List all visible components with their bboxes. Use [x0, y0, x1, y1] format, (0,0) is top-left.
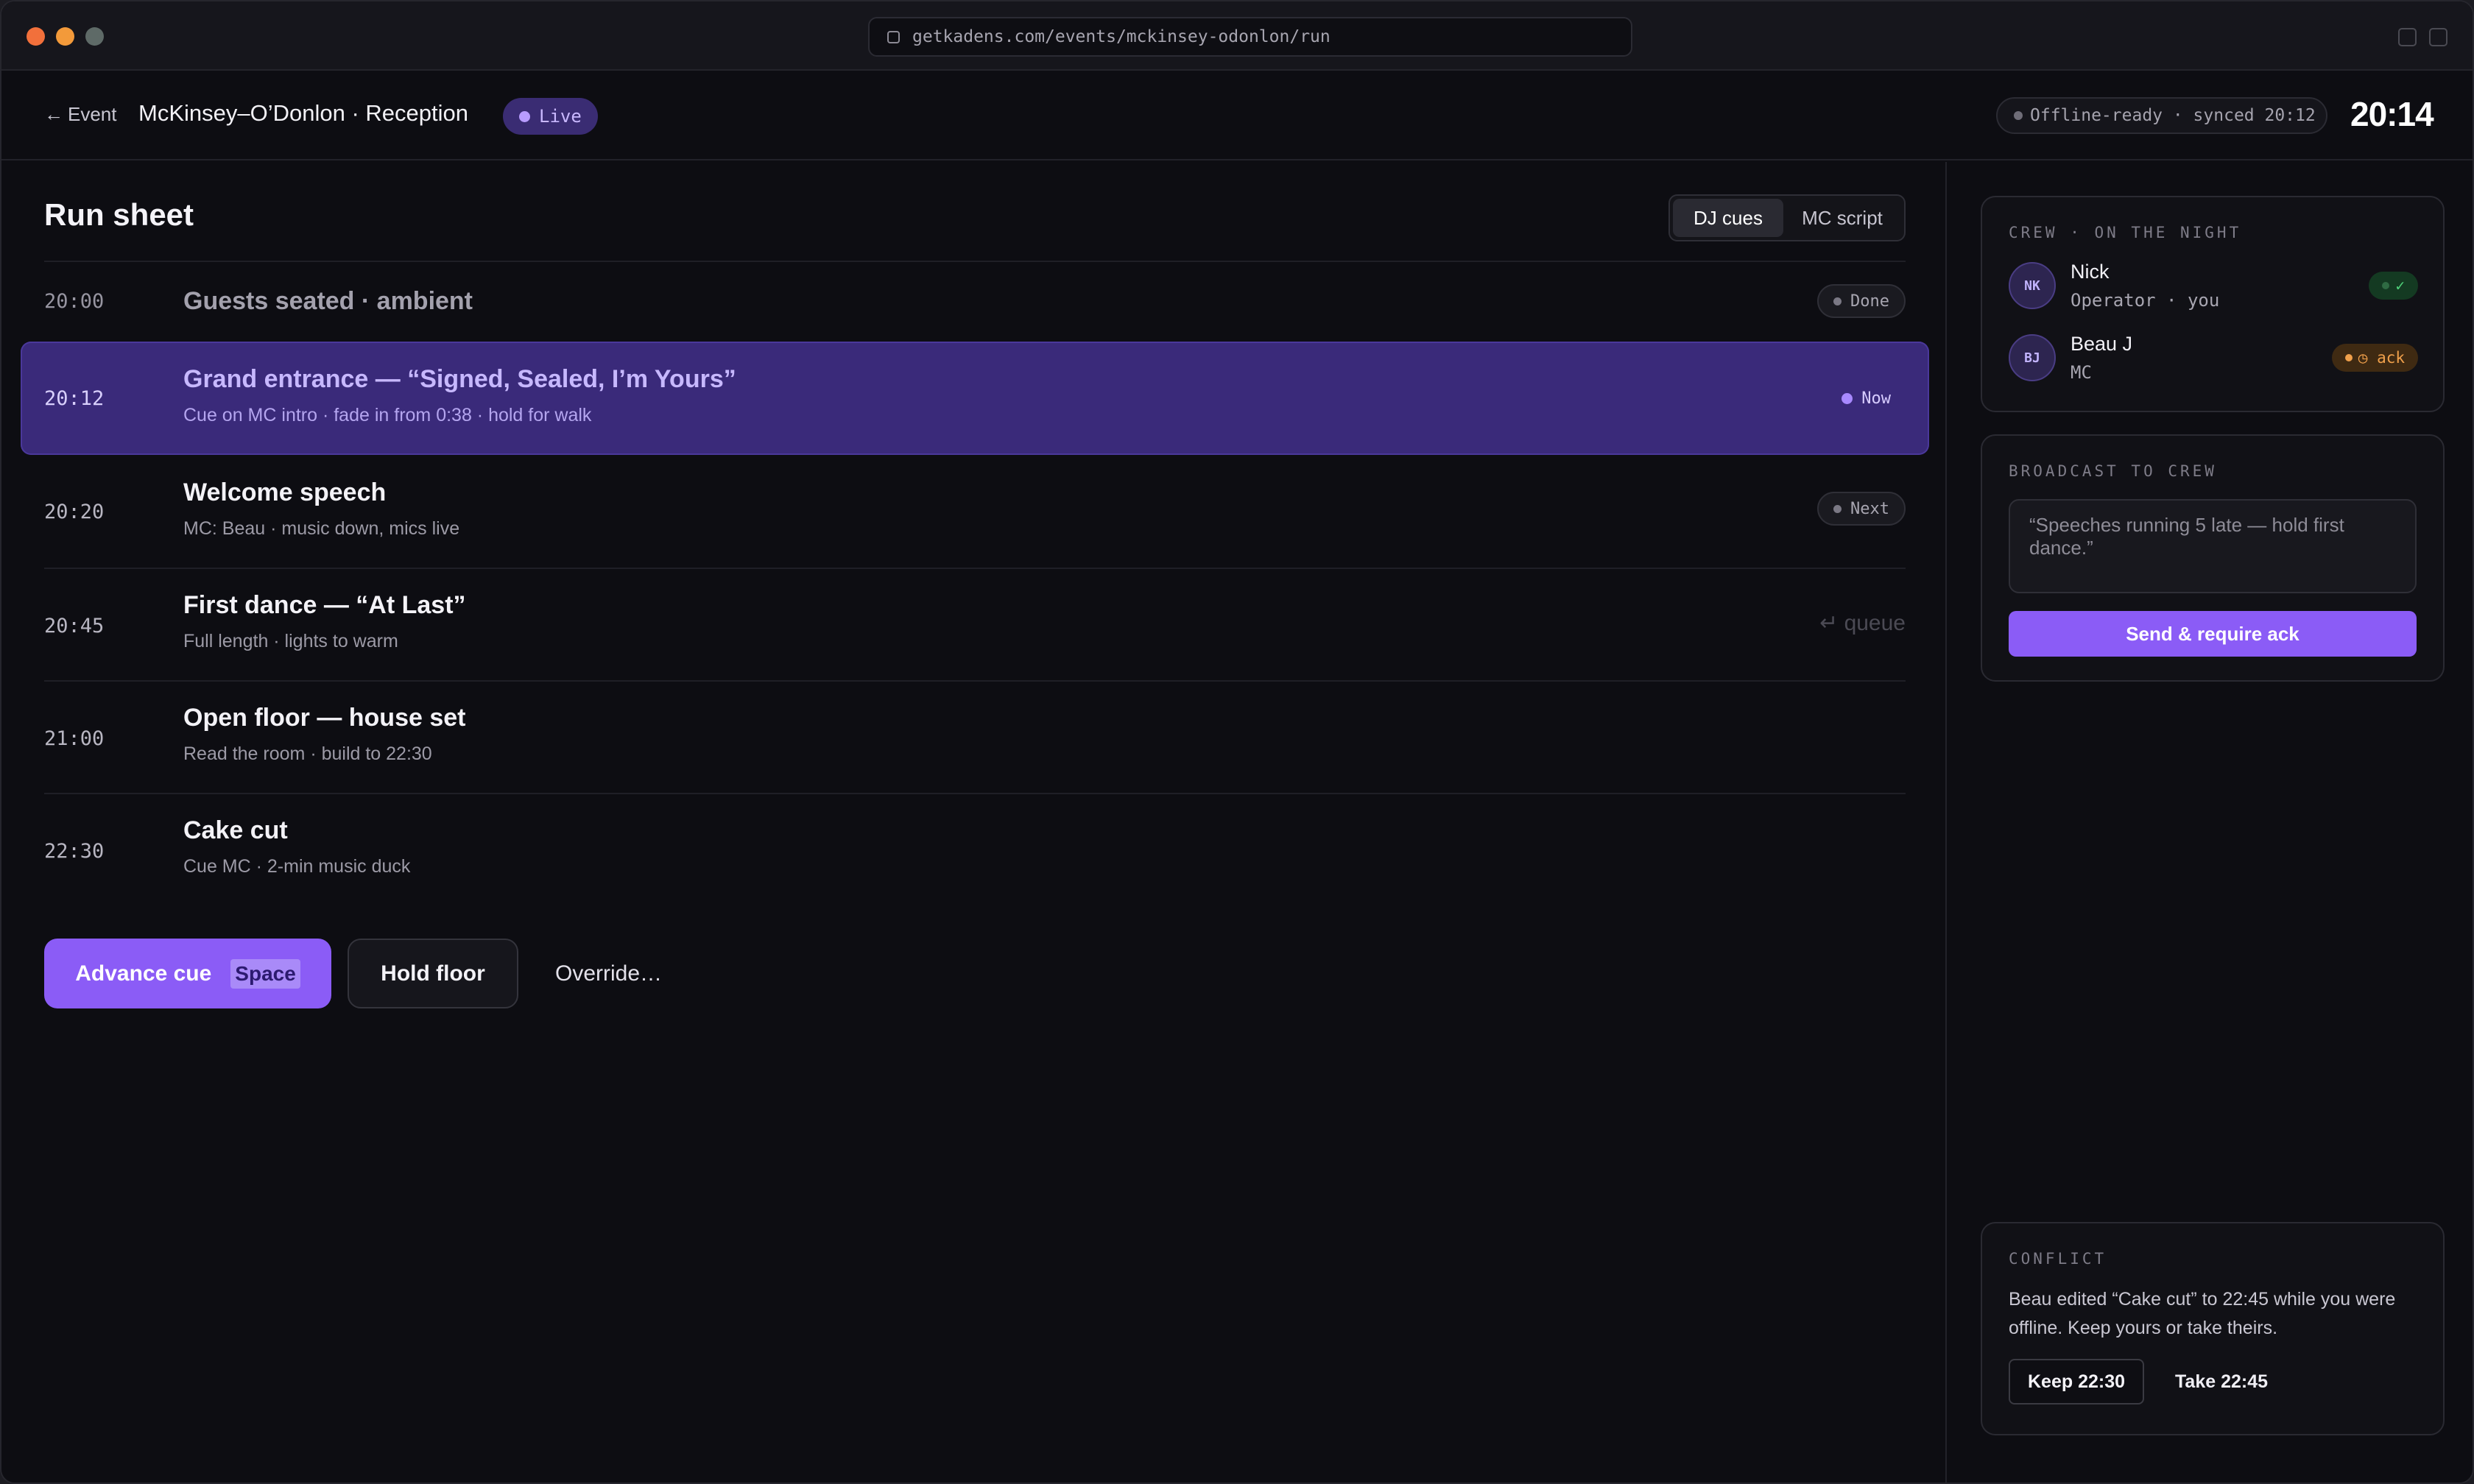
- tab-mc-script[interactable]: MC script: [1783, 199, 1901, 237]
- live-label: Live: [539, 106, 582, 127]
- crew-card-label: CREW · ON THE NIGHT: [2009, 224, 2242, 241]
- tab-dj-cues[interactable]: DJ cues: [1673, 199, 1783, 237]
- cue-subtitle: Cue on MC intro · fade in from 0:38 · ho…: [183, 405, 592, 425]
- avatar: NK: [2009, 262, 2056, 309]
- queue-hint[interactable]: ↵ queue: [1819, 610, 1906, 636]
- crew-role: MC: [2071, 362, 2092, 383]
- status-badge: Now: [1827, 381, 1906, 415]
- crew-member: BJ Beau J MC ◷ ack: [2009, 333, 2418, 383]
- address-bar[interactable]: getkadens.com/events/mckinsey-odonlon/ru…: [868, 17, 1632, 57]
- cue-time: 20:20: [44, 501, 105, 523]
- cue-row[interactable]: 20:00 Guests seated · ambient Done: [44, 261, 1906, 340]
- take-theirs-button[interactable]: Take 22:45: [2166, 1359, 2277, 1404]
- crew-card: CREW · ON THE NIGHT NK Nick Operator · y…: [1981, 196, 2445, 412]
- crew-member: NK Nick Operator · you ✓: [2009, 261, 2418, 311]
- cue-row[interactable]: 20:45 First dance — “At Last” Full lengt…: [44, 568, 1906, 680]
- advance-cue-label: Advance cue: [75, 961, 212, 986]
- page-title: Run sheet: [44, 197, 194, 232]
- broadcast-card: BROADCAST TO CREW “Speeches running 5 la…: [1981, 434, 2445, 682]
- crew-role: Operator · you: [2071, 290, 2220, 311]
- app-window: getkadens.com/events/mckinsey-odonlon/ru…: [0, 0, 2474, 1484]
- split-view-icon[interactable]: [2398, 28, 2417, 46]
- ack-badge: ◷ ack: [2331, 344, 2418, 372]
- crew-name: Nick: [2071, 261, 2110, 283]
- cue-row-current[interactable]: 20:12 Grand entrance — “Signed, Sealed, …: [21, 342, 1929, 455]
- conflict-card-label: CONFLICT: [2009, 1250, 2107, 1268]
- cue-subtitle: MC: Beau · music down, mics live: [183, 518, 460, 539]
- status-dot-icon: [1833, 297, 1842, 305]
- hold-floor-button[interactable]: Hold floor: [348, 939, 518, 1008]
- cue-time: 22:30: [44, 840, 105, 863]
- cue-title: Guests seated · ambient: [183, 287, 473, 315]
- cue-row[interactable]: 22:30 Cake cut Cue MC · 2-min music duck: [44, 793, 1906, 905]
- cue-time: 20:12: [44, 387, 105, 410]
- status-badge: Next: [1817, 492, 1906, 526]
- advance-cue-button[interactable]: Advance cue Space: [44, 939, 331, 1008]
- crew-name: Beau J: [2071, 333, 2133, 355]
- sync-dot-icon: [2014, 111, 2023, 120]
- cue-title: Welcome speech: [183, 478, 387, 506]
- sync-status-pill: Offline-ready · synced 20:12: [1996, 97, 2327, 134]
- status-dot-icon: [1842, 392, 1853, 404]
- tabs-overview-icon[interactable]: [2429, 28, 2447, 46]
- event-title: McKinsey–O’Donlon · Reception: [138, 100, 468, 126]
- ack-dot-icon: [2344, 354, 2353, 361]
- status-dot-icon: [1833, 504, 1842, 513]
- cue-row[interactable]: 21:00 Open floor — house set Read the ro…: [44, 680, 1906, 793]
- cue-title: Grand entrance — “Signed, Sealed, I’m Yo…: [183, 365, 736, 393]
- cue-time: 21:00: [44, 727, 105, 750]
- conflict-card: CONFLICT Beau edited “Cake cut” to 22:45…: [1981, 1222, 2445, 1435]
- status-label: Now: [1861, 389, 1891, 408]
- ack-badge: ✓: [2369, 272, 2418, 300]
- cue-title: Open floor — house set: [183, 704, 466, 732]
- site-info-icon: [887, 30, 900, 43]
- broadcast-message-input[interactable]: “Speeches running 5 late — hold first da…: [2009, 499, 2417, 593]
- ack-dot-icon: [2382, 282, 2390, 289]
- cue-title: First dance — “At Last”: [183, 591, 466, 619]
- close-window-button[interactable]: [27, 27, 45, 46]
- cue-time: 20:00: [44, 290, 105, 313]
- cue-row[interactable]: 20:20 Welcome speech MC: Beau · music do…: [44, 455, 1906, 568]
- keep-mine-button[interactable]: Keep 22:30: [2009, 1359, 2144, 1404]
- space-shortcut-key: Space: [230, 958, 300, 989]
- broadcast-card-label: BROADCAST TO CREW: [2009, 462, 2217, 480]
- ack-label: ◷ ack: [2358, 349, 2405, 367]
- back-to-event-link[interactable]: ← Event: [44, 103, 117, 126]
- conflict-message: Beau edited “Cake cut” to 22:45 while yo…: [2009, 1289, 2396, 1338]
- live-badge: Live: [503, 98, 598, 135]
- cue-title: Cake cut: [183, 816, 288, 844]
- live-dot-icon: [519, 110, 530, 122]
- status-badge: Done: [1817, 284, 1906, 318]
- cue-time: 20:45: [44, 615, 105, 637]
- app-header: ← Event McKinsey–O’Donlon · Reception Li…: [1, 71, 2473, 160]
- cue-subtitle: Read the room · build to 22:30: [183, 743, 432, 764]
- status-label: Next: [1850, 499, 1889, 518]
- browser-titlebar: getkadens.com/events/mckinsey-odonlon/ru…: [1, 1, 2473, 71]
- status-label: Done: [1850, 292, 1889, 311]
- override-button[interactable]: Override…: [535, 939, 683, 1008]
- avatar: BJ: [2009, 334, 2056, 381]
- arrow-left-icon: ←: [44, 103, 63, 125]
- zoom-window-button[interactable]: [85, 27, 104, 46]
- url-text: getkadens.com/events/mckinsey-odonlon/ru…: [912, 27, 1331, 46]
- minimize-window-button[interactable]: [56, 27, 74, 46]
- view-toggle: DJ cues MC script: [1668, 194, 1906, 241]
- cue-actions: Advance cue Space Hold floor Override…: [44, 939, 683, 1008]
- cue-subtitle: Full length · lights to warm: [183, 631, 398, 651]
- ack-label: ✓: [2395, 277, 2405, 294]
- cue-subtitle: Cue MC · 2-min music duck: [183, 856, 411, 877]
- sync-status-text: Offline-ready · synced 20:12: [2030, 106, 2316, 125]
- run-sheet-panel: Run sheet DJ cues MC script 20:00 Guests…: [1, 162, 1947, 1483]
- back-label: Event: [68, 103, 117, 125]
- live-clock: 20:14: [2350, 95, 2434, 133]
- send-require-ack-button[interactable]: Send & require ack: [2009, 611, 2417, 657]
